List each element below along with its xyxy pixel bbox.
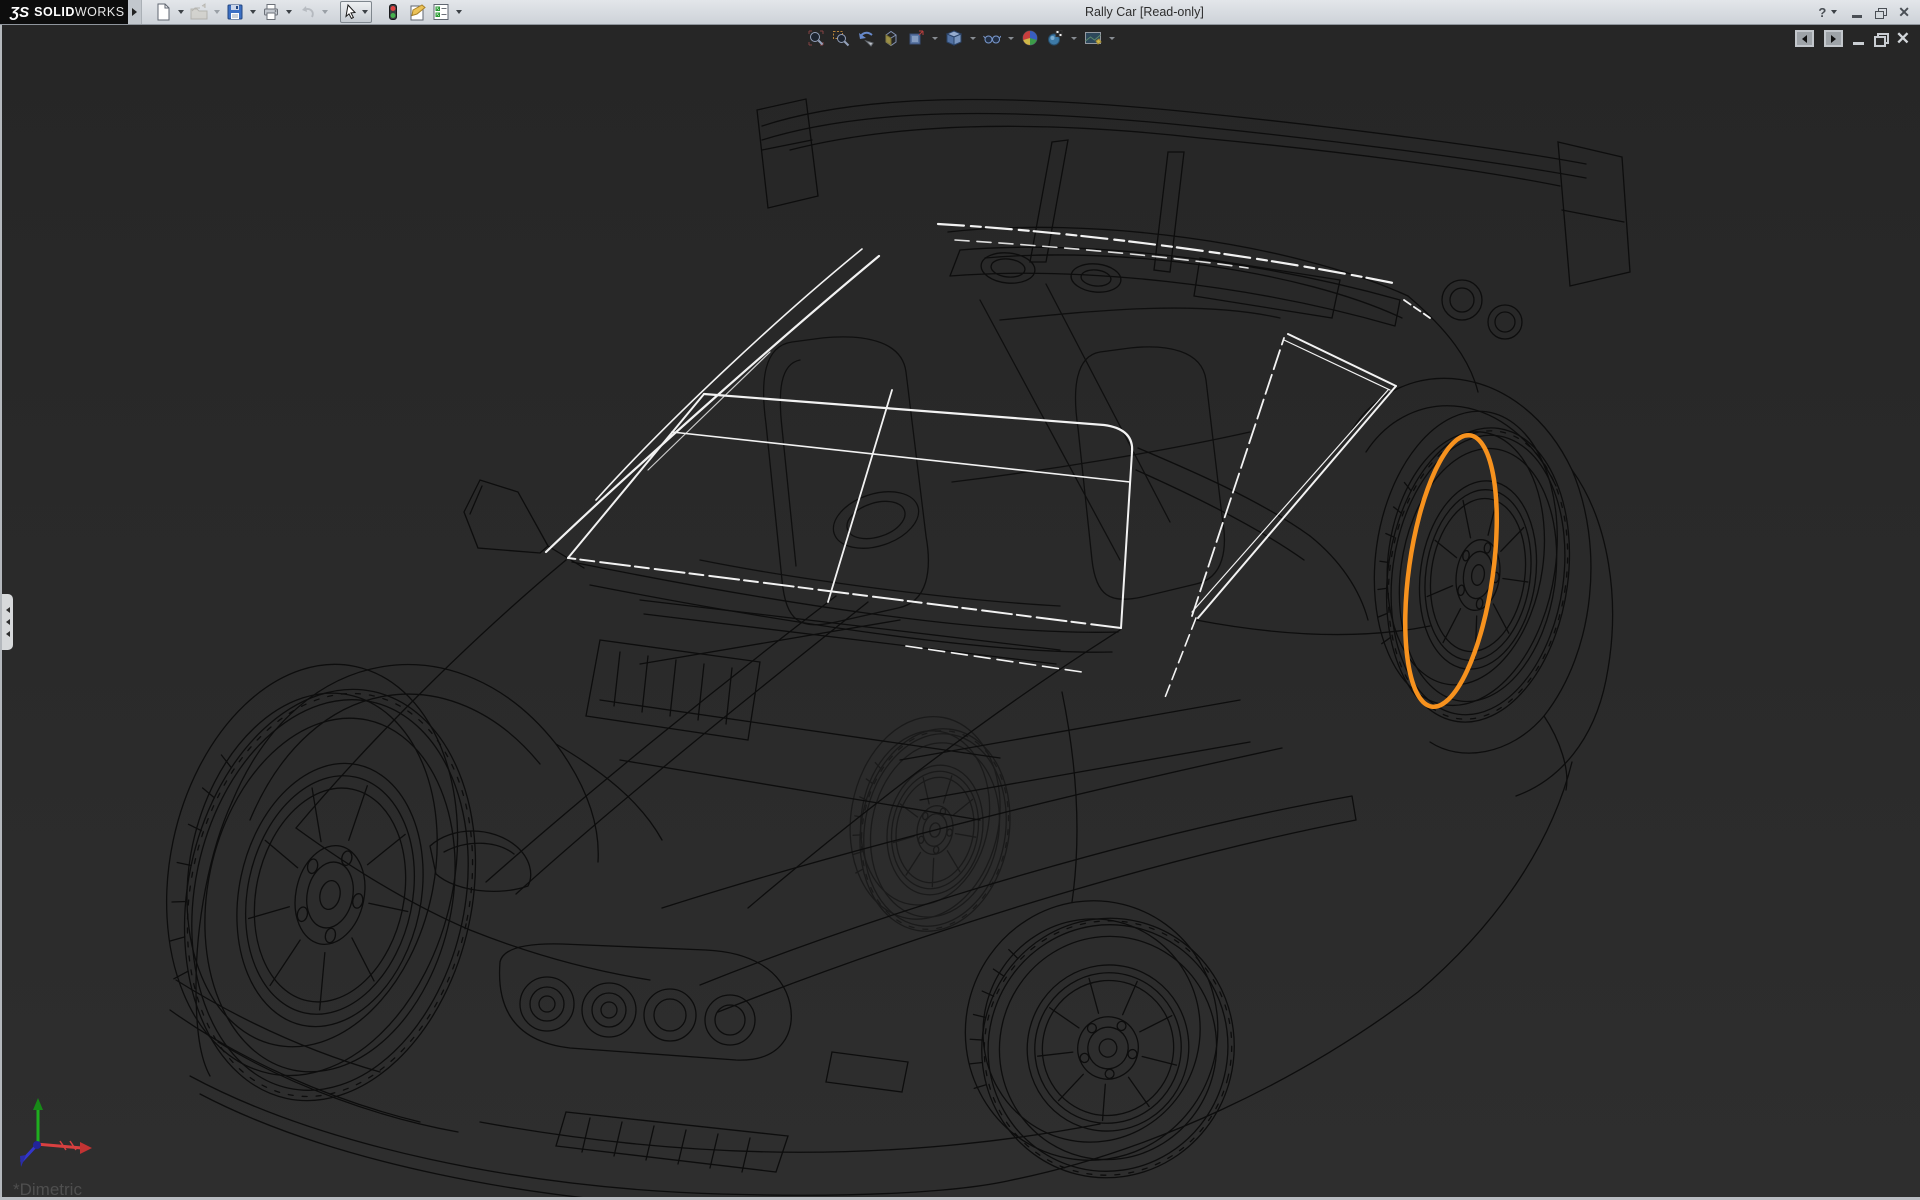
document-restore-button[interactable] <box>1874 33 1886 44</box>
previous-view-icon <box>857 29 875 47</box>
close-button[interactable]: ✕ <box>1898 5 1910 19</box>
previous-view-button[interactable] <box>856 28 876 48</box>
open-button[interactable] <box>188 2 210 22</box>
window-title: Rally Car [Read-only] <box>1085 5 1204 19</box>
collapse-arrow-icon <box>6 607 10 613</box>
solidworks-logo: ƷS SOLID WORKS <box>0 0 128 24</box>
view-settings-icon <box>1084 29 1102 47</box>
zoom-to-area-button[interactable] <box>831 28 851 48</box>
open-icon <box>189 2 209 22</box>
save-icon <box>225 2 245 22</box>
edit-appearance-icon <box>1021 29 1039 47</box>
view-orientation-button[interactable] <box>906 28 926 48</box>
document-close-button[interactable]: ✕ <box>1896 32 1910 45</box>
right-pane-arrow-icon <box>1831 35 1836 43</box>
highlighted-sketch-edges[interactable] <box>546 224 1430 700</box>
print-dropdown[interactable] <box>284 2 294 22</box>
logo-solid: SOLID <box>34 5 75 19</box>
help-icon: ? <box>1818 5 1826 20</box>
rebuild-traffic-light-icon <box>383 2 403 22</box>
hide-show-items-button[interactable] <box>982 28 1002 48</box>
print-icon <box>261 2 281 22</box>
display-style-dropdown[interactable] <box>969 37 977 40</box>
file-properties-icon <box>407 2 427 22</box>
front-left-wheel[interactable] <box>126 637 517 1128</box>
options-icon <box>431 2 451 22</box>
section-view-button[interactable] <box>881 28 901 48</box>
hide-show-items-dropdown[interactable] <box>1007 37 1015 40</box>
new-document-icon <box>153 2 173 22</box>
minimize-button[interactable] <box>1852 15 1862 18</box>
edit-appearance-button[interactable] <box>1020 28 1040 48</box>
reference-triad <box>20 1098 92 1167</box>
help-button[interactable]: ? <box>1818 2 1839 22</box>
display-style-button[interactable] <box>944 28 964 48</box>
undo-dropdown[interactable] <box>320 2 330 22</box>
rear-right-wheel[interactable] <box>1354 399 1590 734</box>
menu-expander-button[interactable] <box>128 0 142 24</box>
new-document-dropdown[interactable] <box>176 2 186 22</box>
view-orientation-dropdown[interactable] <box>931 37 939 40</box>
logo-mark: ƷS <box>10 4 29 21</box>
title-bar: ƷS SOLID WORKS <box>0 0 1920 25</box>
side-mirror[interactable] <box>464 480 584 568</box>
undo-icon <box>297 2 317 22</box>
window-controls: ? ✕ <box>1818 2 1910 22</box>
save-button[interactable] <box>224 2 246 22</box>
view-settings-dropdown[interactable] <box>1108 37 1116 40</box>
front-right-wheel[interactable] <box>935 874 1265 1200</box>
left-pane-arrow-icon <box>1802 35 1807 43</box>
view-settings-button[interactable] <box>1083 28 1103 48</box>
section-view-icon <box>882 29 900 47</box>
view-orientation-icon <box>907 29 925 47</box>
apply-scene-dropdown[interactable] <box>1070 37 1078 40</box>
rear-wing[interactable] <box>757 99 1630 326</box>
show-left-pane-button[interactable] <box>1795 30 1814 47</box>
rear-left-wheel[interactable] <box>833 705 1028 944</box>
options-dropdown[interactable] <box>454 2 464 22</box>
collapsed-feature-panel-tab[interactable] <box>2 594 13 650</box>
help-dropdown[interactable] <box>1829 2 1839 22</box>
open-dropdown[interactable] <box>212 2 222 22</box>
graphics-viewport[interactable]: ✕ *Dimetric <box>0 24 1920 1200</box>
hide-show-items-icon <box>983 29 1001 47</box>
document-window-controls: ✕ <box>1795 30 1910 47</box>
main-toolbar <box>152 1 464 23</box>
file-properties-button[interactable] <box>406 2 428 22</box>
rebuild-button[interactable] <box>382 2 404 22</box>
select-tool-dropdown[interactable] <box>360 2 370 22</box>
display-style-icon <box>945 29 963 47</box>
options-button[interactable] <box>430 2 452 22</box>
document-minimize-button[interactable] <box>1853 42 1864 45</box>
save-dropdown[interactable] <box>248 2 258 22</box>
right-arrow-icon <box>132 8 137 16</box>
restore-button[interactable] <box>1875 8 1885 17</box>
collapse-arrow-icon <box>6 631 10 637</box>
logo-works: WORKS <box>75 5 125 19</box>
zoom-to-area-icon <box>832 29 850 47</box>
zoom-to-fit-button[interactable] <box>806 28 826 48</box>
apply-scene-icon <box>1046 29 1064 47</box>
graphics-area[interactable] <box>0 24 1920 1200</box>
print-button[interactable] <box>260 2 282 22</box>
zoom-to-fit-icon <box>807 29 825 47</box>
undo-button[interactable] <box>296 2 318 22</box>
light-pod-grille[interactable] <box>500 944 908 1092</box>
heads-up-view-toolbar <box>806 28 1116 48</box>
apply-scene-button[interactable] <box>1045 28 1065 48</box>
collapse-arrow-icon <box>6 619 10 625</box>
new-document-button[interactable] <box>152 2 174 22</box>
select-cursor-icon <box>342 3 360 21</box>
show-right-pane-button[interactable] <box>1824 30 1843 47</box>
select-tool-button[interactable] <box>340 1 372 23</box>
